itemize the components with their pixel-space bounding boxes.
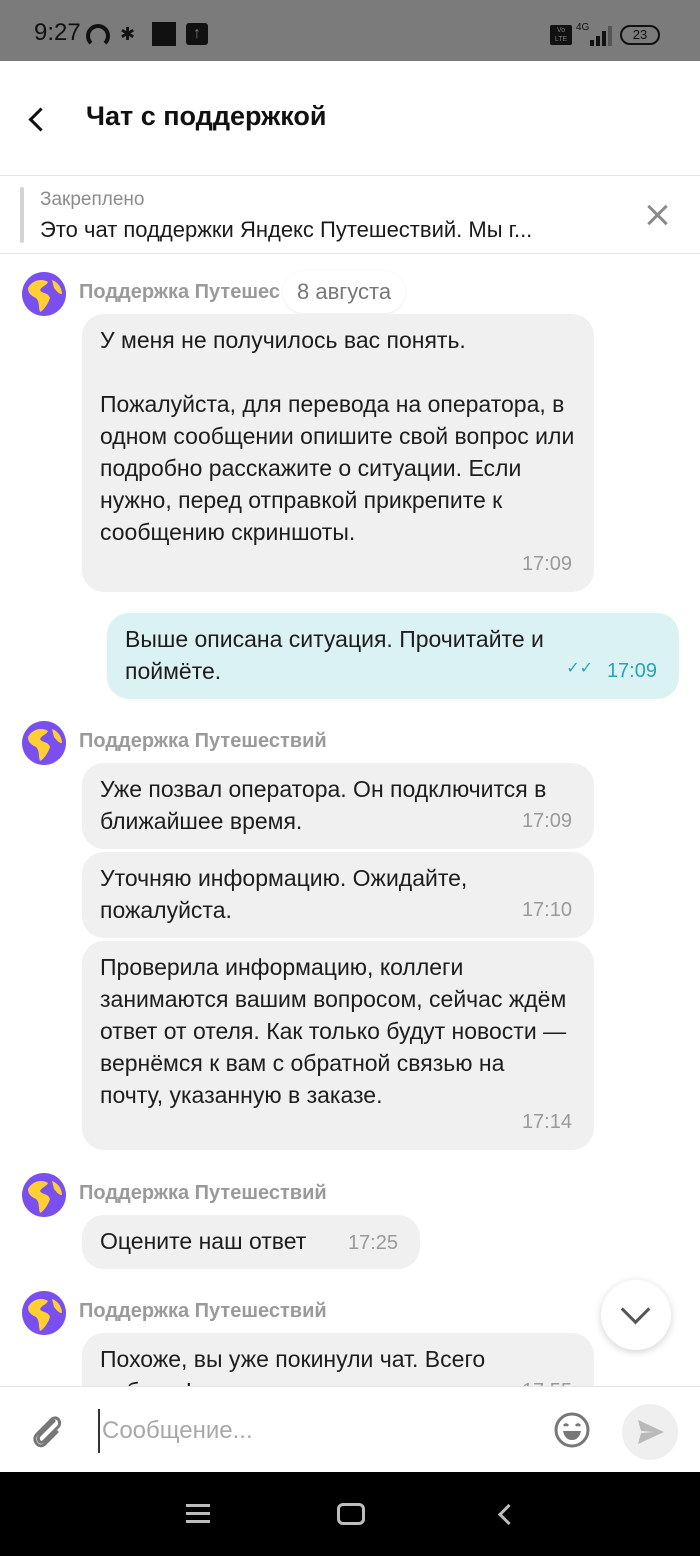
date-chip: 8 августа bbox=[283, 271, 406, 313]
hotspot-icon bbox=[86, 24, 110, 48]
nav-back-icon[interactable] bbox=[496, 1504, 514, 1524]
message-composer bbox=[0, 1386, 700, 1472]
read-ticks-icon: ✓✓ bbox=[566, 660, 593, 677]
sender-name: Поддержка Путешествий bbox=[79, 1182, 327, 1204]
message-time: 17:09 bbox=[521, 810, 572, 832]
network-type: 4G bbox=[576, 22, 590, 33]
notification-square-icon bbox=[152, 22, 176, 46]
message-input[interactable] bbox=[98, 1409, 538, 1453]
message-time: 17:25 bbox=[347, 1232, 398, 1254]
battery-icon: 23 bbox=[620, 25, 660, 45]
chat-header: Чат с поддержкой bbox=[0, 61, 700, 176]
avatar bbox=[22, 1291, 66, 1335]
send-button[interactable] bbox=[622, 1404, 678, 1460]
upload-icon: ↑ bbox=[186, 23, 208, 45]
pinned-text: Это чат поддержки Яндекс Путешествий. Мы… bbox=[40, 217, 533, 242]
emoji-icon[interactable] bbox=[553, 1411, 591, 1449]
message-text: Проверила информацию, коллеги занимаются… bbox=[100, 954, 573, 1108]
sender-name: Поддержка Путешествий bbox=[79, 730, 327, 752]
close-icon[interactable] bbox=[643, 201, 671, 229]
volte-icon: Vo LTE bbox=[550, 25, 572, 45]
avatar bbox=[22, 272, 66, 316]
message-time: 17:09 bbox=[606, 660, 657, 682]
status-time: 9:27 bbox=[34, 19, 81, 46]
pinned-accent-bar bbox=[20, 187, 24, 243]
message-bubble-outgoing[interactable]: Выше описана ситуация. Прочитайте и пойм… bbox=[107, 613, 679, 699]
scroll-to-bottom-button[interactable] bbox=[601, 1280, 671, 1350]
home-icon[interactable] bbox=[337, 1503, 365, 1525]
settings-icon: ✱ bbox=[120, 24, 136, 44]
message-text: Выше описана ситуация. Прочитайте и пойм… bbox=[125, 626, 551, 684]
attach-icon[interactable] bbox=[30, 1411, 66, 1451]
message-time: 17:10 bbox=[521, 899, 572, 921]
message-text: У меня не получилось вас понять. Пожалуй… bbox=[100, 327, 575, 545]
system-nav-bar bbox=[0, 1472, 700, 1556]
message-bubble[interactable]: Уточняю информацию. Ожидайте, пожалуйста… bbox=[82, 852, 594, 938]
message-time: 17:14 bbox=[521, 1111, 572, 1133]
page-title: Чат с поддержкой bbox=[86, 101, 327, 131]
message-list[interactable]: Поддержка Путешес 8 августа У меня не по… bbox=[0, 255, 700, 1386]
status-bar: 9:27 ✱ ↑ Vo LTE 4G 23 bbox=[0, 0, 700, 61]
pinned-label: Закреплено bbox=[40, 189, 145, 210]
message-text: Похоже, вы уже покинули чат. Всего добро… bbox=[100, 1346, 486, 1386]
avatar bbox=[22, 721, 66, 765]
message-bubble[interactable]: У меня не получилось вас понять. Пожалуй… bbox=[82, 314, 594, 592]
message-text: Уточняю информацию. Ожидайте, пожалуйста… bbox=[100, 865, 474, 923]
message-time: 17:09 bbox=[521, 553, 572, 575]
avatar bbox=[22, 1173, 66, 1217]
message-bubble[interactable]: Проверила информацию, коллеги занимаются… bbox=[82, 941, 594, 1150]
signal-icon: 4G bbox=[576, 22, 612, 46]
message-text: Уже позвал оператора. Он подключится в б… bbox=[100, 776, 553, 834]
message-time: 17:55 bbox=[522, 1375, 572, 1386]
pinned-message[interactable]: Закреплено Это чат поддержки Яндекс Путе… bbox=[0, 177, 700, 254]
sender-name: Поддержка Путешес bbox=[79, 281, 280, 303]
sender-name: Поддержка Путешествий bbox=[79, 1300, 327, 1322]
message-bubble[interactable]: Похоже, вы уже покинули чат. Всего добро… bbox=[82, 1333, 594, 1386]
message-bubble[interactable]: Оцените наш ответ 17:25 bbox=[82, 1215, 420, 1269]
send-icon bbox=[638, 1420, 664, 1444]
message-bubble[interactable]: Уже позвал оператора. Он подключится в б… bbox=[82, 763, 594, 849]
back-arrow-icon[interactable] bbox=[20, 99, 54, 139]
recent-apps-icon[interactable] bbox=[186, 1504, 210, 1524]
